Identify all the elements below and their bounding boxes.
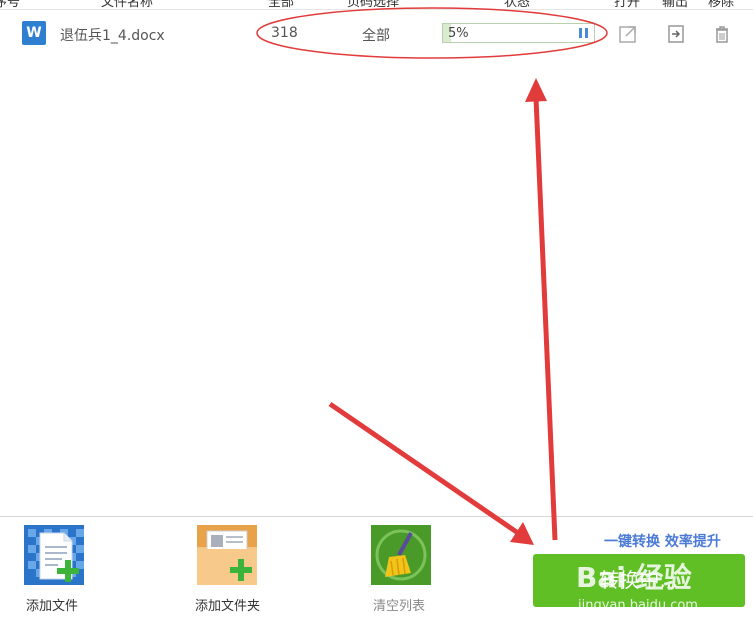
header-page-select: 页码选择 [347, 0, 400, 10]
add-file-label[interactable]: 添加文件 [26, 595, 78, 614]
arrow-up-head [525, 78, 547, 102]
watermark-url: jingyan.baidu.com [577, 598, 698, 613]
header-pages: 全部 [268, 0, 295, 10]
pause-icon[interactable] [579, 28, 588, 38]
clear-list-label[interactable]: 清空列表 [373, 595, 425, 614]
output-icon[interactable] [666, 24, 686, 44]
header-status: 状态 [504, 0, 531, 10]
watermark-brand: Bai 经验 [576, 561, 692, 594]
page-range[interactable]: 全部 [362, 25, 390, 45]
progress-bar: 5% [442, 23, 595, 43]
bottom-toolbar: 添加文件 添加文件夹 清空列表 一键转换 效率提升 转换中... Bai 经验 … [0, 516, 753, 621]
arrow-right-line [328, 401, 520, 536]
table-row[interactable]: W 退伍兵1_4.docx 318 全部 5% [0, 14, 753, 54]
trash-icon[interactable] [712, 24, 732, 44]
header-open: 打开 [614, 0, 641, 10]
progress-text: 5% [448, 26, 469, 41]
header-filename: 文件名称 [101, 0, 154, 10]
add-folder-icon[interactable] [197, 525, 257, 585]
page-count: 318 [271, 25, 298, 41]
add-folder-label[interactable]: 添加文件夹 [195, 595, 260, 614]
open-external-icon[interactable] [618, 24, 638, 44]
word-file-icon: W [22, 21, 46, 45]
file-name: 退伍兵1_4.docx [60, 28, 165, 44]
baidu-jingyan-watermark: Bai 经验 jingyan.baidu.com [576, 561, 698, 613]
header-output: 输出 [662, 0, 689, 10]
broom-icon[interactable] [371, 525, 431, 585]
header-index: 序号 [0, 0, 21, 10]
slogan-text: 一键转换 效率提升 [604, 534, 721, 550]
add-file-icon[interactable] [24, 525, 84, 585]
arrow-up-line [533, 97, 558, 541]
file-list-header: 序号 文件名称 全部 页码选择 状态 打开 输出 移除 [0, 0, 753, 10]
header-remove: 移除 [708, 0, 735, 10]
